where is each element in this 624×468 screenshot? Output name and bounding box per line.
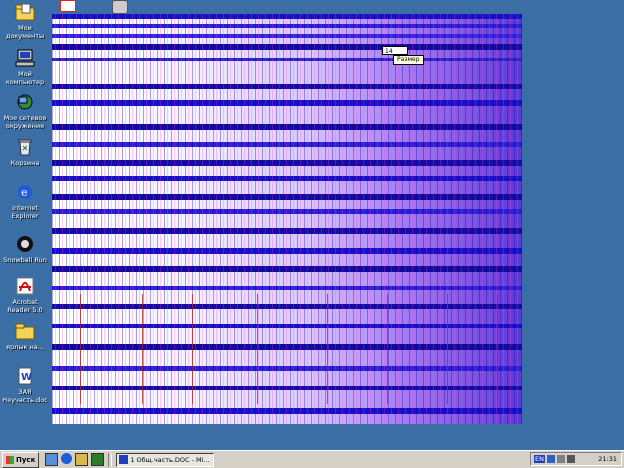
desktop-icon-acrobat-reader[interactable]: Acrobat Reader 5.0 bbox=[2, 276, 48, 314]
desktop-icon-label: Корзина bbox=[10, 159, 40, 167]
media-icon[interactable] bbox=[91, 453, 105, 466]
start-button[interactable]: Пуск bbox=[2, 451, 40, 468]
separator bbox=[108, 452, 113, 467]
font-size-field[interactable]: 14 bbox=[382, 46, 408, 55]
tray-app-icon[interactable] bbox=[546, 455, 555, 463]
svg-text:W: W bbox=[21, 372, 32, 383]
windows-logo-icon bbox=[6, 455, 14, 464]
word-document-icon: W bbox=[14, 366, 36, 386]
taskbar-item-word[interactable]: 1 Общ.часть.DOC - Mi... bbox=[116, 452, 215, 467]
recycle-bin-icon bbox=[14, 137, 36, 157]
desktop-icons: Мои документы Мой компьютер Мое сетевое … bbox=[0, 0, 50, 450]
outlook-icon[interactable] bbox=[75, 453, 89, 466]
settings-icon[interactable] bbox=[112, 0, 128, 14]
task-label: 1 Общ.часть.DOC - Mi... bbox=[130, 455, 210, 464]
desktop-icon-recycle-bin[interactable]: Корзина bbox=[2, 137, 48, 167]
desktop-icon-internet-explorer[interactable]: e Internet Explorer bbox=[2, 182, 48, 220]
computer-icon bbox=[14, 48, 36, 68]
desktop-icon-snowball-run[interactable]: Snowball Run bbox=[2, 234, 48, 264]
desktop-icon-label: Internet Explorer bbox=[11, 204, 39, 220]
desktop-icon-label: ЗАЯ Неучасть.doc bbox=[2, 388, 48, 404]
desktop-icon-label: Snowball Run bbox=[3, 256, 47, 264]
snowball-icon bbox=[14, 234, 36, 254]
folder-icon bbox=[14, 321, 36, 341]
desktop-icon-network-places[interactable]: Мое сетевое окружение bbox=[2, 92, 48, 130]
desktop-icon-label: Acrobat Reader 5.0 bbox=[7, 298, 43, 314]
pdf-icon[interactable] bbox=[60, 0, 76, 12]
network-icon bbox=[14, 92, 36, 112]
folder-documents-icon bbox=[14, 2, 36, 22]
quick-launch bbox=[45, 453, 105, 466]
screen-corruption bbox=[52, 14, 522, 424]
clock[interactable]: 21:31 bbox=[598, 455, 617, 463]
taskbar: Пуск 1 Общ.часть.DOC - Mi... EN 21:31 bbox=[0, 450, 624, 468]
document-window[interactable] bbox=[52, 14, 522, 424]
internet-explorer-icon[interactable] bbox=[61, 453, 73, 464]
language-indicator[interactable]: EN bbox=[534, 455, 545, 463]
system-tray: EN 21:31 bbox=[530, 452, 622, 466]
word-icon bbox=[119, 455, 129, 464]
internet-explorer-icon: e bbox=[14, 182, 36, 202]
desktop-icon-my-documents[interactable]: Мои документы bbox=[2, 2, 48, 40]
tray-app-icon[interactable] bbox=[556, 455, 565, 463]
start-label: Пуск bbox=[16, 455, 36, 464]
volume-icon[interactable] bbox=[566, 455, 575, 463]
show-desktop-icon[interactable] bbox=[45, 453, 59, 466]
desktop-icon-my-computer[interactable]: Мой компьютер bbox=[2, 48, 48, 86]
svg-text:e: e bbox=[21, 186, 28, 199]
desktop: Мои документы Мой компьютер Мое сетевое … bbox=[0, 0, 624, 450]
desktop-icon-label: ярлык на... bbox=[6, 343, 44, 351]
desktop-icon-label: Мой компьютер bbox=[5, 70, 45, 86]
desktop-icon-label: Мои документы bbox=[5, 24, 45, 40]
tooltip: Размер bbox=[393, 55, 424, 65]
acrobat-icon bbox=[14, 276, 36, 296]
desktop-icon-label: Мое сетевое окружение bbox=[3, 114, 47, 130]
desktop-icon-word-document[interactable]: W ЗАЯ Неучасть.doc bbox=[2, 366, 48, 404]
desktop-icon-folder-shortcut[interactable]: ярлык на... bbox=[2, 321, 48, 351]
